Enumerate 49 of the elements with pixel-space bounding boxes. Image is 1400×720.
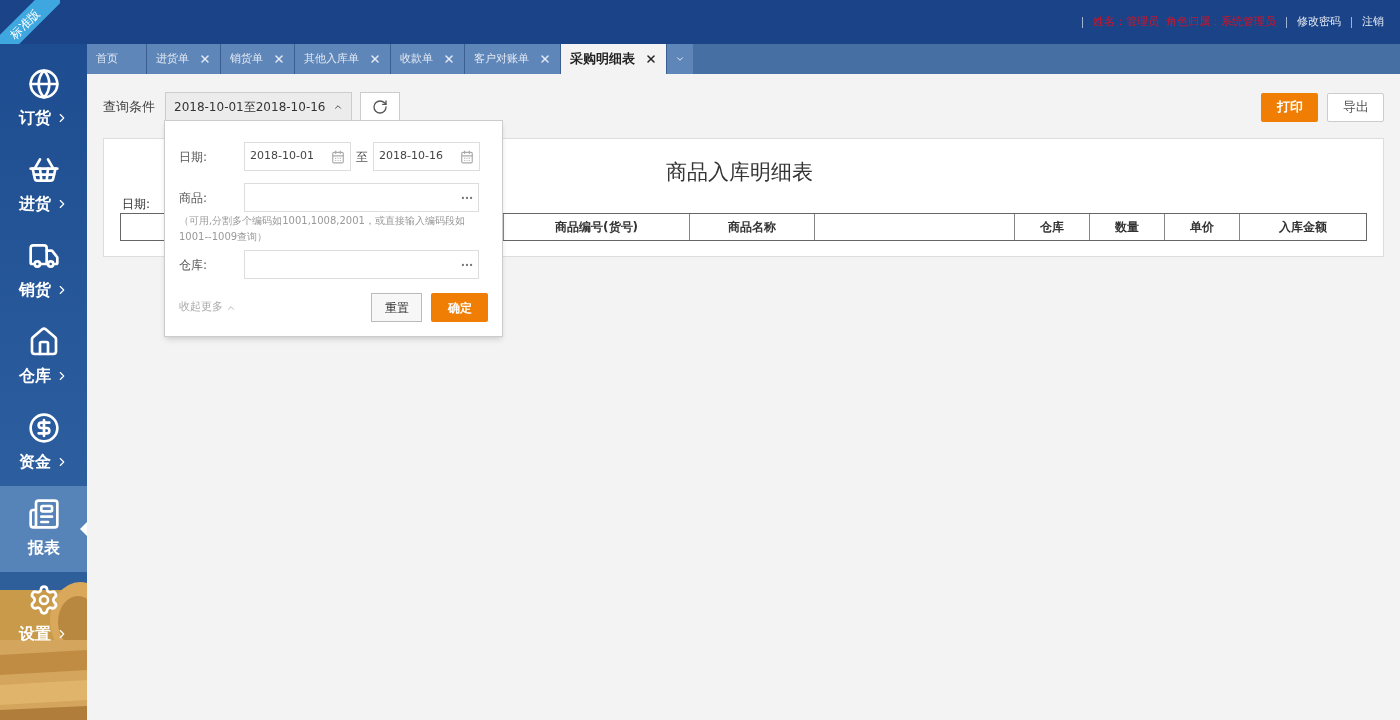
header-link[interactable]: 修改密码	[1297, 13, 1341, 31]
goods-label: 商品:	[179, 189, 209, 207]
query-label: 查询条件	[103, 98, 155, 117]
reset-button[interactable]: 重置	[371, 293, 422, 322]
query-dropdown[interactable]: 2018-10-01至2018-10-16	[165, 92, 352, 122]
warehouse-field[interactable]	[244, 250, 479, 279]
selection-notch	[80, 522, 87, 536]
refresh-icon	[372, 99, 388, 115]
tab[interactable]: 采购明细表	[561, 44, 667, 74]
export-button[interactable]: 导出	[1327, 92, 1384, 122]
column-header: 仓库	[1015, 213, 1090, 240]
report-title: 商品入库明细表	[666, 159, 813, 186]
user-info: 姓名：管理员 角色归属：系统管理员	[1093, 13, 1276, 30]
sidebar-label: 订货	[18, 107, 51, 129]
sidebar-item[interactable]: 仓库	[0, 314, 87, 400]
caret-icon	[333, 102, 343, 112]
date-from-field[interactable]: 2018-10-01	[244, 142, 351, 171]
column-header: 单价	[1165, 213, 1240, 240]
goods-field[interactable]	[244, 183, 479, 212]
sidebar-item[interactable]: 报表	[0, 486, 87, 572]
sidebar-label: 进货	[18, 193, 51, 215]
column-header: 入库金额	[1278, 218, 1328, 236]
sidebar-item[interactable]: 进货	[0, 142, 87, 228]
date-to-field[interactable]: 2018-10-16	[373, 142, 480, 171]
sidebar-label: 仓库	[18, 365, 51, 387]
date-separator: 至	[356, 148, 368, 166]
refresh-button[interactable]	[360, 92, 400, 122]
sidebar-label: 销货	[18, 279, 51, 301]
column-header: 商品名称	[690, 213, 815, 240]
report-date-label: 日期:	[122, 195, 151, 213]
sidebar-label: 设置	[18, 623, 51, 645]
calendar-icon[interactable]	[460, 149, 474, 164]
sidebar-label: 报表	[27, 537, 60, 559]
header-link[interactable]: 注销	[1362, 13, 1384, 31]
sidebar-item[interactable]: 销货	[0, 228, 87, 314]
date-label: 日期:	[179, 148, 209, 166]
warehouse-label: 仓库:	[179, 256, 209, 274]
column-header: 商品编号(货号)	[504, 213, 690, 240]
goods-hint: （可用,分割多个编码如1001,1008,2001，或直接输入编码段如1001--1009查询）	[179, 214, 466, 244]
sidebar-item[interactable]: 资金	[0, 400, 87, 486]
sidebar-item[interactable]: 订货	[0, 56, 87, 142]
dollar-coin-icon	[27, 412, 60, 444]
caret-icon	[675, 54, 685, 64]
close-icon[interactable]	[645, 53, 657, 65]
calendar-icon[interactable]	[331, 149, 345, 164]
globe-icon	[27, 68, 60, 100]
column-header: 数量	[1090, 213, 1165, 240]
newspaper-icon	[27, 498, 60, 530]
sidebar-label: 资金	[18, 451, 51, 473]
